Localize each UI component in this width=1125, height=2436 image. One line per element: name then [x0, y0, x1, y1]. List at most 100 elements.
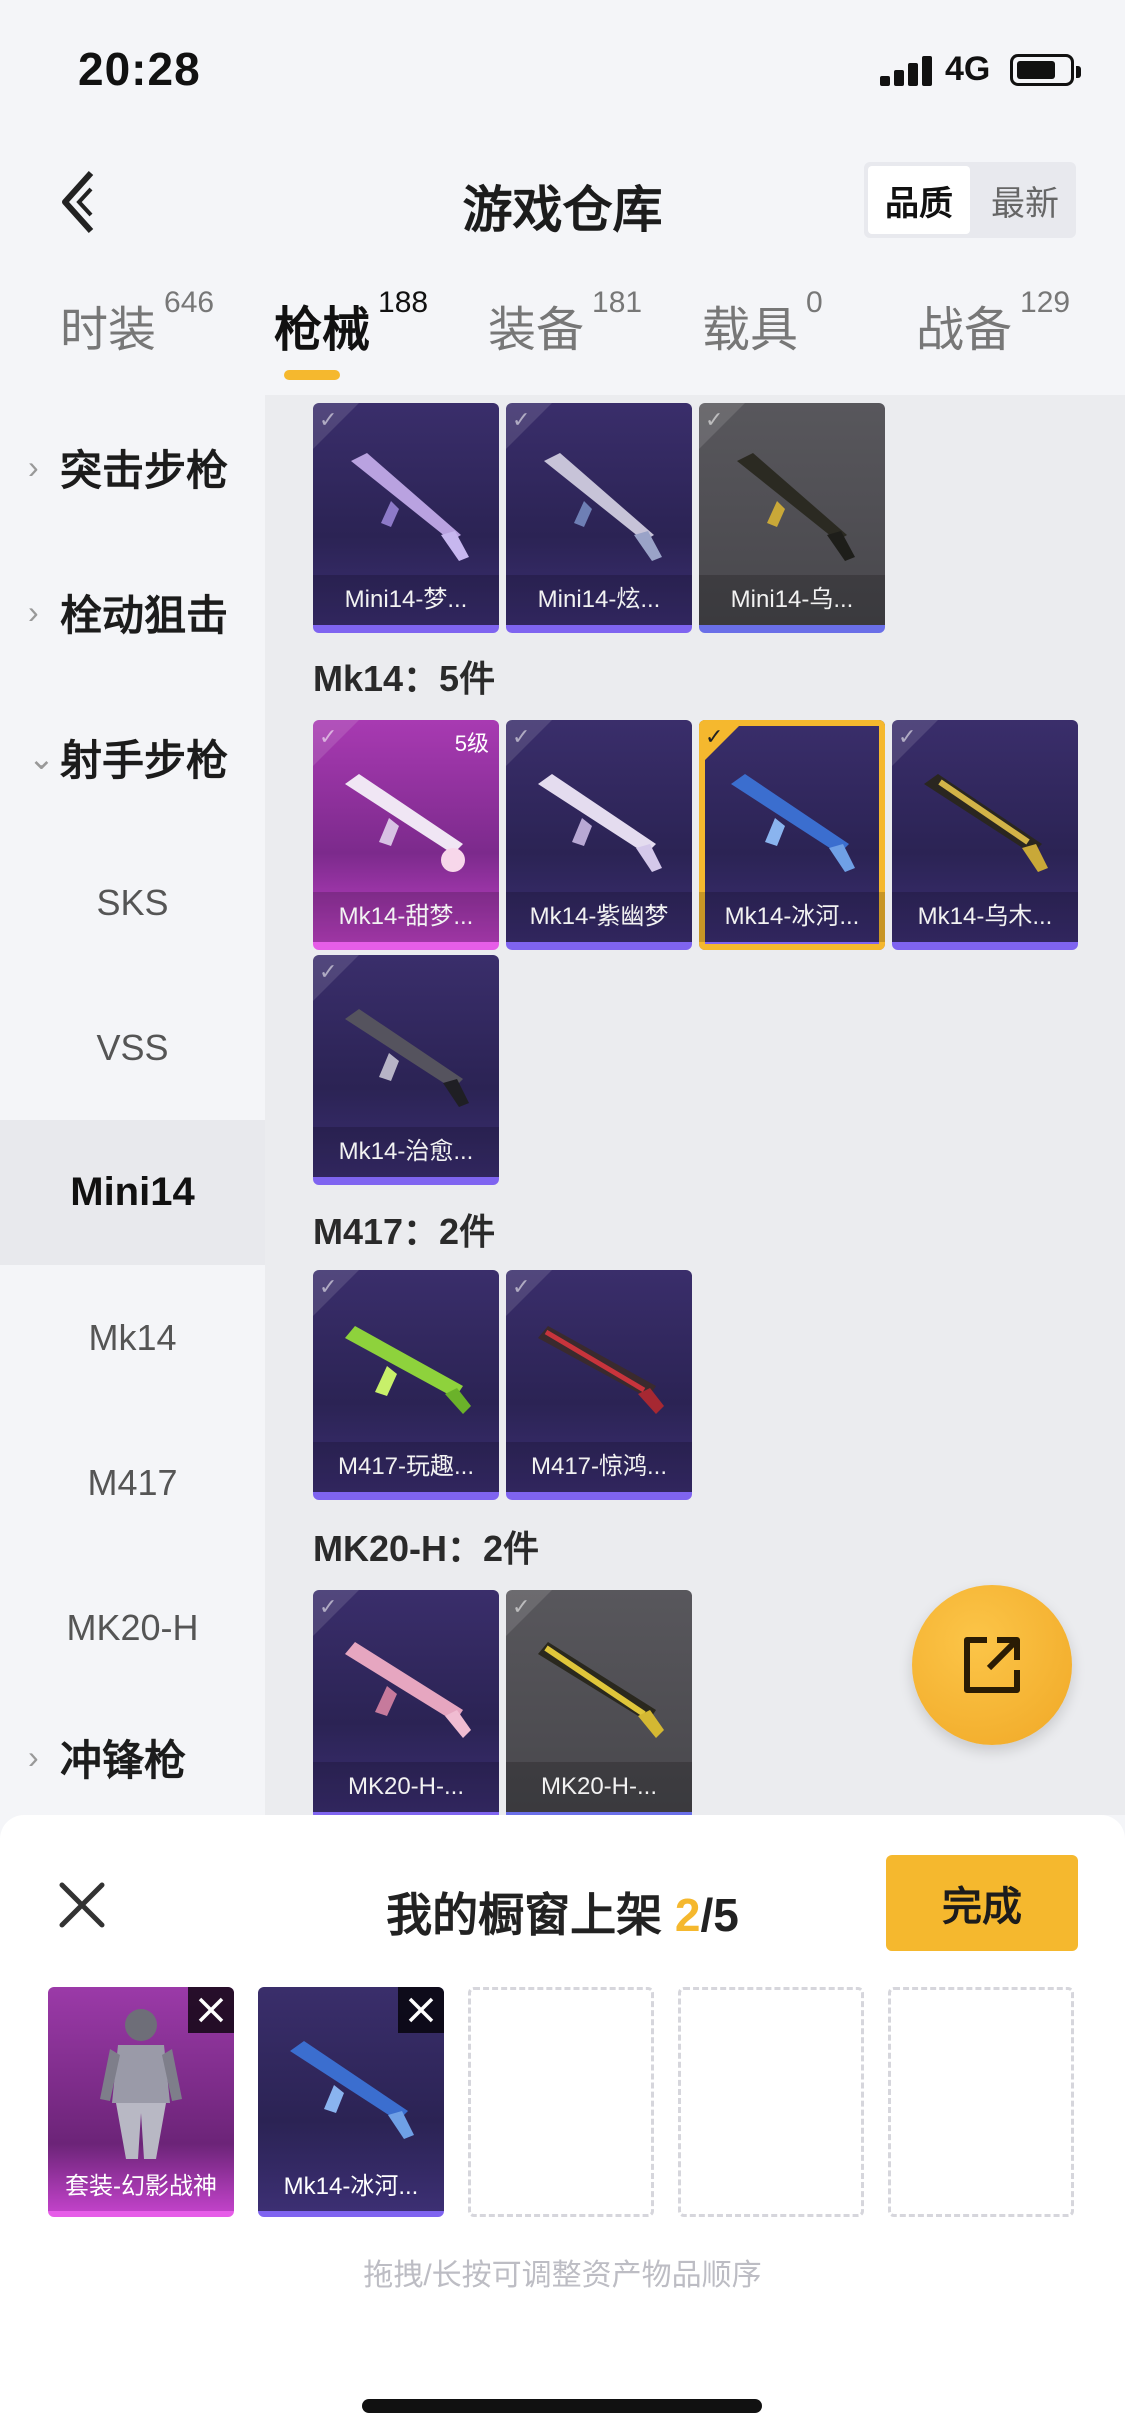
- item-card[interactable]: ✓ MK20-H-...: [506, 1590, 692, 1815]
- rifle-icon: [345, 1009, 469, 1107]
- rifle-icon: [345, 1326, 471, 1414]
- item-card[interactable]: ✓ Mini14-梦...: [313, 403, 499, 633]
- rifle-icon: [351, 453, 469, 561]
- sidebar-item-label: Mini14: [70, 1170, 195, 1214]
- rifle-icon: [538, 1642, 664, 1738]
- item-name: Mini14-炫...: [506, 575, 692, 625]
- sort-newest-button[interactable]: 最新: [974, 162, 1076, 238]
- check-icon: ✓: [512, 724, 531, 749]
- rifle-icon: [538, 774, 662, 872]
- signal-icon: [880, 54, 934, 86]
- sidebar-item-mk20h[interactable]: MK20-H: [0, 1555, 265, 1700]
- item-name: Mk14-紫幽梦: [506, 892, 692, 942]
- item-card[interactable]: ✓ Mk14-紫幽梦: [506, 720, 692, 950]
- sidebar-item-mini14[interactable]: Mini14: [0, 1120, 265, 1265]
- item-name: Mini14-梦...: [313, 575, 499, 625]
- sidebar-item-label: 射手步枪: [60, 737, 229, 784]
- rifle-icon: [737, 453, 855, 561]
- tab-guns[interactable]: 枪械 188: [274, 286, 428, 380]
- tab-count: 188: [378, 286, 429, 319]
- header: 游戏仓库 品质 最新: [0, 140, 1125, 260]
- sidebar-item-label: SKS: [96, 881, 169, 923]
- item-card[interactable]: ✓ M417-惊鸿...: [506, 1270, 692, 1500]
- tab-count: 0: [806, 286, 823, 319]
- showcase-slot-empty[interactable]: [888, 1987, 1074, 2217]
- item-card[interactable]: ✓ Mini14-乌...: [699, 403, 885, 633]
- close-icon: [198, 1997, 224, 2023]
- tab-active-indicator: [284, 370, 340, 380]
- sidebar-item-smg[interactable]: › 冲锋枪: [0, 1685, 265, 1830]
- check-icon: ✓: [705, 407, 724, 432]
- item-name: M417-玩趣...: [313, 1442, 499, 1492]
- remove-button[interactable]: [398, 1987, 444, 2033]
- status-bar: 20:28 4G: [0, 0, 1125, 130]
- tab-label: 枪械: [274, 304, 371, 357]
- chevron-right-icon: ›: [28, 449, 39, 485]
- share-button[interactable]: [912, 1585, 1072, 1745]
- sidebar-item-assault-rifles[interactable]: › 突击步枪: [0, 395, 265, 540]
- section-title-mk20h: MK20-H：2件: [313, 1528, 540, 1569]
- rifle-icon: [538, 1326, 664, 1414]
- sheet-title-text: 我的橱窗上架: [386, 1889, 675, 1941]
- item-card[interactable]: ✓ Mk14-治愈...: [313, 955, 499, 1185]
- rifle-icon: [924, 774, 1048, 872]
- chevron-right-icon: ›: [28, 594, 39, 630]
- showcase-slot-empty[interactable]: [678, 1987, 864, 2217]
- item-card[interactable]: ✓ M417-玩趣...: [313, 1270, 499, 1500]
- check-icon: ✓: [512, 1274, 531, 1299]
- tab-label: 装备: [488, 304, 585, 357]
- sort-quality-button[interactable]: 品质: [868, 166, 970, 234]
- tab-count: 129: [1020, 286, 1071, 319]
- sidebar-item-m417[interactable]: M417: [0, 1410, 265, 1555]
- tab-label: 战备: [916, 304, 1013, 357]
- tab-outfits[interactable]: 时装 646: [60, 286, 214, 380]
- item-name: Mk14-治愈...: [313, 1127, 499, 1177]
- sidebar-item-label: 突击步枪: [60, 447, 229, 494]
- item-name: MK20-H-...: [506, 1762, 692, 1812]
- sidebar-item-label: MK20-H: [66, 1606, 199, 1648]
- tab-gear[interactable]: 装备 181: [488, 286, 642, 380]
- slot-item-name: Mk14-冰河...: [283, 2173, 419, 2200]
- tab-vehicles[interactable]: 载具 0: [702, 286, 823, 380]
- sidebar-item-label: Mk14: [88, 1316, 177, 1358]
- sidebar-item-label: M417: [87, 1461, 178, 1503]
- tab-count: 646: [164, 286, 215, 319]
- check-icon: ✓: [319, 1594, 338, 1619]
- item-name: M417-惊鸿...: [506, 1442, 692, 1492]
- remove-button[interactable]: [188, 1987, 234, 2033]
- check-icon: ✓: [512, 407, 531, 432]
- item-card[interactable]: ✓ 5级 Mk14-甜梦...: [313, 720, 499, 950]
- showcase-count-total: /5: [700, 1889, 739, 1941]
- check-icon: ✓: [898, 724, 917, 749]
- reorder-hint: 拖拽/长按可调整资产物品顺序: [363, 2259, 762, 2292]
- sort-toggle: 品质 最新: [864, 162, 1076, 238]
- rifle-icon: [731, 774, 855, 872]
- section-title-m417: M417：2件: [313, 1211, 496, 1252]
- item-card[interactable]: ✓ Mini14-炫...: [506, 403, 692, 633]
- home-indicator: [362, 2399, 762, 2413]
- sidebar-item-label: VSS: [96, 1026, 169, 1068]
- check-icon: ✓: [319, 407, 338, 432]
- item-card[interactable]: ✓ MK20-H-...: [313, 1590, 499, 1815]
- rifle-icon: [290, 2041, 414, 2139]
- sidebar-item-vss[interactable]: VSS: [0, 975, 265, 1120]
- item-name: Mini14-乌...: [699, 575, 885, 625]
- tab-supplies[interactable]: 战备 129: [916, 286, 1070, 380]
- check-icon: ✓: [319, 724, 338, 749]
- sidebar-item-mk14[interactable]: Mk14: [0, 1265, 265, 1410]
- sidebar-item-bolt-sniper[interactable]: › 栓动狙击: [0, 540, 265, 685]
- item-card[interactable]: ✓ Mk14-乌木...: [892, 720, 1078, 950]
- sidebar-item-marksman-rifles[interactable]: ⌄ 射手步枪: [0, 685, 265, 830]
- showcase-slot-filled[interactable]: 套装-幻影战神: [48, 1987, 234, 2217]
- check-icon: ✓: [319, 959, 338, 984]
- showcase-slot-empty[interactable]: [468, 1987, 654, 2217]
- sidebar-item-sks[interactable]: SKS: [0, 830, 265, 975]
- tab-count: 181: [592, 286, 643, 319]
- showcase-slot-filled[interactable]: Mk14-冰河...: [258, 1987, 444, 2217]
- sidebar-item-label: 冲锋枪: [60, 1737, 187, 1784]
- rifle-icon: [544, 453, 662, 561]
- item-card-selected[interactable]: ✓ Mk14-冰河...: [699, 720, 885, 950]
- outfit-figure-icon: [100, 2009, 182, 2159]
- done-button[interactable]: 完成: [886, 1855, 1078, 1951]
- share-icon: [964, 1637, 1020, 1693]
